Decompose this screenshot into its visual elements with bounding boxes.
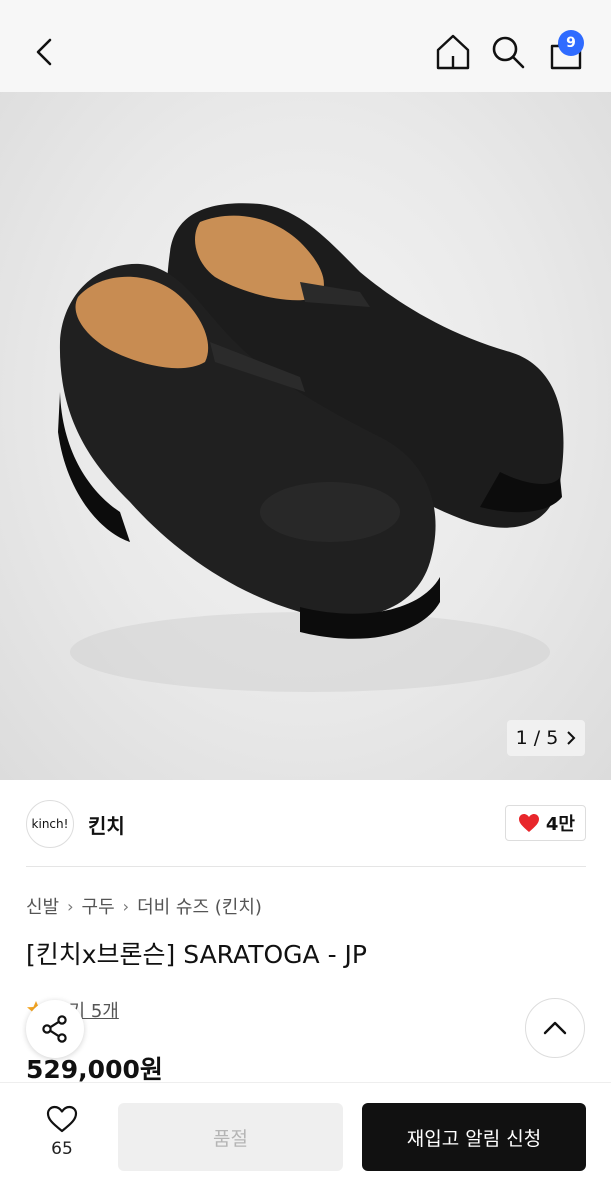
brand-like-count: 4만 bbox=[545, 814, 575, 835]
share-icon bbox=[42, 1015, 67, 1043]
chevron-right-icon: › bbox=[67, 896, 74, 916]
restock-alert-button[interactable]: 재입고 알림 신청 bbox=[362, 1103, 586, 1171]
scroll-top-button[interactable] bbox=[525, 998, 585, 1058]
brand-row: kinch! 킨치 4만 bbox=[26, 800, 586, 850]
brand-name[interactable]: 킨치 bbox=[88, 810, 125, 839]
pager-text: 1 / 5 bbox=[515, 727, 559, 749]
top-bar: 9 bbox=[0, 0, 611, 92]
product-title: [킨치x브론슨] SARATOGA - JP bbox=[26, 940, 367, 969]
product-image bbox=[58, 203, 564, 692]
chevron-up-icon bbox=[543, 1021, 567, 1035]
chevron-right-icon: › bbox=[122, 896, 130, 916]
bottom-action-bar: 65 품절 재입고 알림 신청 bbox=[0, 1082, 611, 1200]
divider bbox=[26, 866, 586, 867]
brand-like-button[interactable]: 4만 bbox=[504, 805, 586, 841]
heart-outline-icon bbox=[46, 1105, 78, 1133]
brand-logo[interactable]: kinch! bbox=[26, 800, 74, 848]
soldout-button[interactable]: 품절 bbox=[118, 1103, 343, 1171]
breadcrumb: 신발 › 구두 › 더비 슈즈 (킨치) bbox=[26, 893, 262, 919]
cart-count-badge: 9 bbox=[558, 30, 584, 56]
back-arrow-icon[interactable] bbox=[30, 32, 60, 72]
image-pager[interactable]: 1 / 5 bbox=[507, 720, 585, 756]
breadcrumb-item-shoes[interactable]: 신발 bbox=[26, 893, 59, 919]
product-price: 529,000원 bbox=[26, 1055, 163, 1084]
wishlist-button[interactable]: 65 bbox=[40, 1105, 84, 1159]
breadcrumb-item-dress-shoes[interactable]: 구두 bbox=[82, 893, 115, 919]
breadcrumb-item-derby-shoes[interactable]: 더비 슈즈 (킨치) bbox=[137, 893, 262, 919]
product-image-gallery[interactable]: 1 / 5 bbox=[0, 92, 611, 780]
home-icon[interactable] bbox=[434, 32, 472, 72]
search-icon[interactable] bbox=[490, 34, 526, 70]
wishlist-count: 65 bbox=[51, 1139, 73, 1159]
heart-filled-icon bbox=[518, 814, 539, 832]
chevron-right-icon bbox=[567, 731, 576, 745]
